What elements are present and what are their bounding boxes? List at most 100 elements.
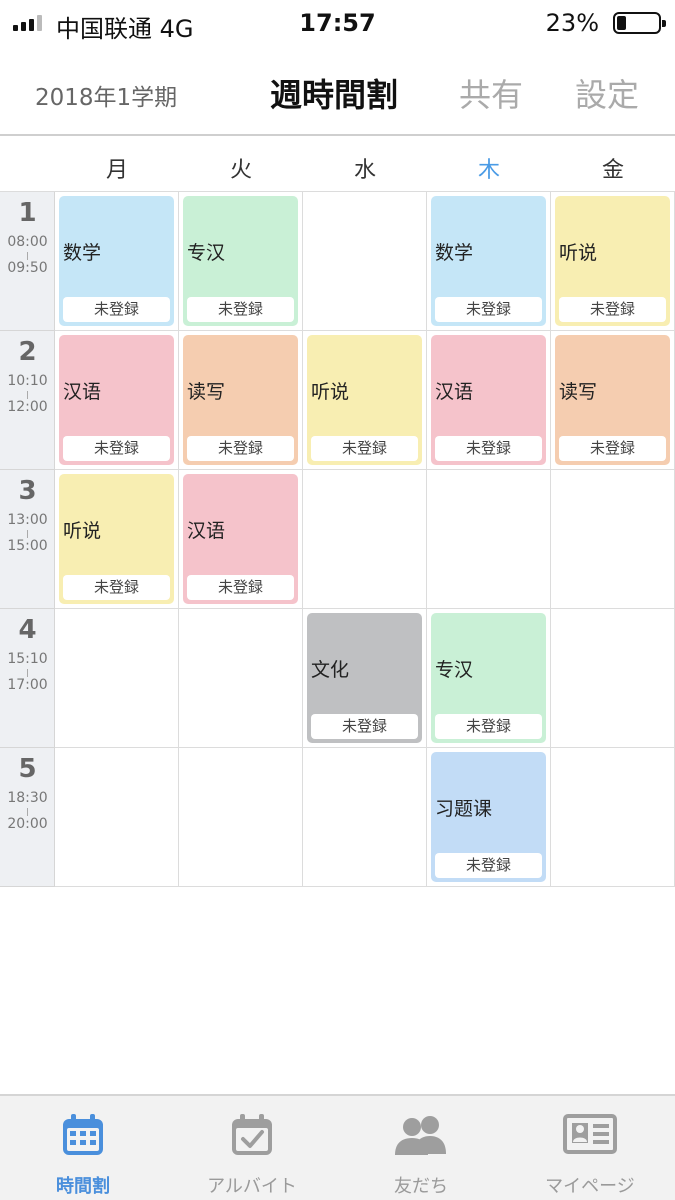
timetable-cell-5-3[interactable] — [303, 748, 427, 887]
share-button[interactable]: 共有 — [459, 70, 523, 116]
timetable-cell-3-3[interactable] — [303, 470, 427, 609]
tab-3[interactable]: 友だち — [337, 1096, 505, 1200]
timetable-cell-4-4[interactable]: 专汉 未登録 — [427, 609, 551, 748]
course-card[interactable]: 读写 未登録 — [555, 335, 670, 465]
register-status-badge: 未登録 — [311, 436, 418, 461]
timetable-cell-5-1[interactable] — [55, 748, 179, 887]
period-start-time: 13:00 — [7, 512, 48, 528]
course-name: 数学 — [435, 242, 474, 264]
tab-2[interactable]: アルバイト — [168, 1096, 336, 1200]
register-status-badge: 未登録 — [63, 575, 170, 600]
register-status-badge: 未登録 — [63, 436, 170, 461]
course-name: 汉语 — [187, 520, 226, 542]
period-number: 3 — [18, 476, 37, 506]
course-card[interactable]: 汉语 未登録 — [59, 335, 174, 465]
calendar-icon — [60, 1112, 106, 1162]
course-card[interactable]: 数学 未登録 — [59, 196, 174, 326]
period-end-time: 15:00 — [7, 538, 48, 554]
course-card[interactable]: 习题课 未登録 — [431, 752, 546, 882]
register-status-badge: 未登録 — [187, 297, 294, 322]
course-card[interactable]: 听说 未登録 — [555, 196, 670, 326]
timetable-cell-4-5[interactable] — [551, 609, 675, 748]
timetable-cell-1-3[interactable] — [303, 192, 427, 331]
tab-bar: 時間割 アルバイト 友だち マイページ — [0, 1094, 675, 1200]
period-end-time: 09:50 — [7, 260, 48, 276]
course-name: 听说 — [559, 242, 598, 264]
period-cell-2: 2 10:10 12:00 — [0, 331, 55, 470]
course-card[interactable]: 专汉 未登録 — [183, 196, 298, 326]
course-card[interactable]: 专汉 未登録 — [431, 613, 546, 743]
timetable-cell-3-2[interactable]: 汉语 未登録 — [179, 470, 303, 609]
register-status-badge: 未登録 — [311, 714, 418, 739]
course-card[interactable]: 读写 未登録 — [183, 335, 298, 465]
timetable-cell-4-2[interactable] — [179, 609, 303, 748]
period-cell-1: 1 08:00 09:50 — [0, 192, 55, 331]
register-status-badge: 未登録 — [559, 297, 666, 322]
timetable-cell-3-5[interactable] — [551, 470, 675, 609]
day-header-row: 月火水木金 — [0, 138, 675, 192]
period-cell-5: 5 18:30 20:00 — [0, 748, 55, 887]
register-status-badge: 未登録 — [187, 436, 294, 461]
tab-4[interactable]: マイページ — [506, 1096, 674, 1200]
friends-icon — [392, 1112, 450, 1162]
battery-percent: 23% — [545, 9, 599, 37]
timetable-cell-1-5[interactable]: 听说 未登録 — [551, 192, 675, 331]
period-time-separator — [27, 808, 28, 816]
period-number: 1 — [18, 198, 37, 228]
period-time-separator — [27, 391, 28, 399]
register-status-badge: 未登録 — [63, 297, 170, 322]
timetable-cell-2-1[interactable]: 汉语 未登録 — [55, 331, 179, 470]
period-end-time: 20:00 — [7, 816, 48, 832]
timetable-cell-5-4[interactable]: 习题课 未登録 — [427, 748, 551, 887]
timetable-cell-2-2[interactable]: 读写 未登録 — [179, 331, 303, 470]
timetable-cell-1-4[interactable]: 数学 未登録 — [427, 192, 551, 331]
course-name: 汉语 — [63, 381, 102, 403]
period-cell-4: 4 15:10 17:00 — [0, 609, 55, 748]
timetable-cell-2-5[interactable]: 读写 未登録 — [551, 331, 675, 470]
period-time-separator — [27, 252, 28, 260]
timetable-cell-1-1[interactable]: 数学 未登録 — [55, 192, 179, 331]
course-card[interactable]: 听说 未登録 — [59, 474, 174, 604]
tab-1[interactable]: 時間割 — [0, 1096, 167, 1200]
timetable-cell-2-4[interactable]: 汉语 未登録 — [427, 331, 551, 470]
register-status-badge: 未登録 — [559, 436, 666, 461]
timetable-cell-4-1[interactable] — [55, 609, 179, 748]
course-card[interactable]: 听说 未登録 — [307, 335, 422, 465]
course-name: 专汉 — [435, 659, 474, 681]
timetable-cell-3-4[interactable] — [427, 470, 551, 609]
timetable-cell-5-5[interactable] — [551, 748, 675, 887]
course-card[interactable]: 汉语 未登録 — [431, 335, 546, 465]
settings-button[interactable]: 設定 — [575, 70, 639, 116]
course-card[interactable]: 文化 未登録 — [307, 613, 422, 743]
tab-label: アルバイト — [207, 1176, 297, 1197]
period-start-time: 15:10 — [7, 651, 48, 667]
course-name: 专汉 — [187, 242, 226, 264]
tab-label: 時間割 — [56, 1176, 110, 1197]
app-header: 2018年1学期 週時間割 共有 設定 — [0, 46, 675, 136]
course-card[interactable]: 汉语 未登録 — [183, 474, 298, 604]
timetable-grid: 1 08:00 09:50 数学 未登録 专汉 未登録 数学 未登録 听说 未登録 2 10:10 12:… — [0, 192, 675, 887]
period-start-time: 18:30 — [7, 790, 48, 806]
period-end-time: 17:00 — [7, 677, 48, 693]
course-name: 数学 — [63, 242, 102, 264]
timetable-cell-2-3[interactable]: 听说 未登録 — [303, 331, 427, 470]
period-number: 4 — [18, 615, 37, 645]
course-name: 习题课 — [435, 798, 493, 820]
course-card[interactable]: 数学 未登録 — [431, 196, 546, 326]
course-name: 听说 — [311, 381, 350, 403]
course-name: 汉语 — [435, 381, 474, 403]
period-start-time: 10:10 — [7, 373, 48, 389]
tab-label: マイページ — [545, 1176, 635, 1197]
day-header-4: 木 — [477, 158, 500, 183]
timetable-cell-5-2[interactable] — [179, 748, 303, 887]
course-name: 读写 — [187, 381, 226, 403]
timetable-cell-3-1[interactable]: 听说 未登録 — [55, 470, 179, 609]
register-status-badge: 未登録 — [435, 714, 542, 739]
timetable-cell-1-2[interactable]: 专汉 未登録 — [179, 192, 303, 331]
id-card-icon — [562, 1112, 618, 1160]
period-time-separator — [27, 669, 28, 677]
term-selector[interactable]: 2018年1学期 — [35, 78, 177, 112]
timetable-cell-4-3[interactable]: 文化 未登録 — [303, 609, 427, 748]
calendar-check-icon — [229, 1112, 275, 1162]
page-title: 週時間割 — [270, 76, 399, 114]
